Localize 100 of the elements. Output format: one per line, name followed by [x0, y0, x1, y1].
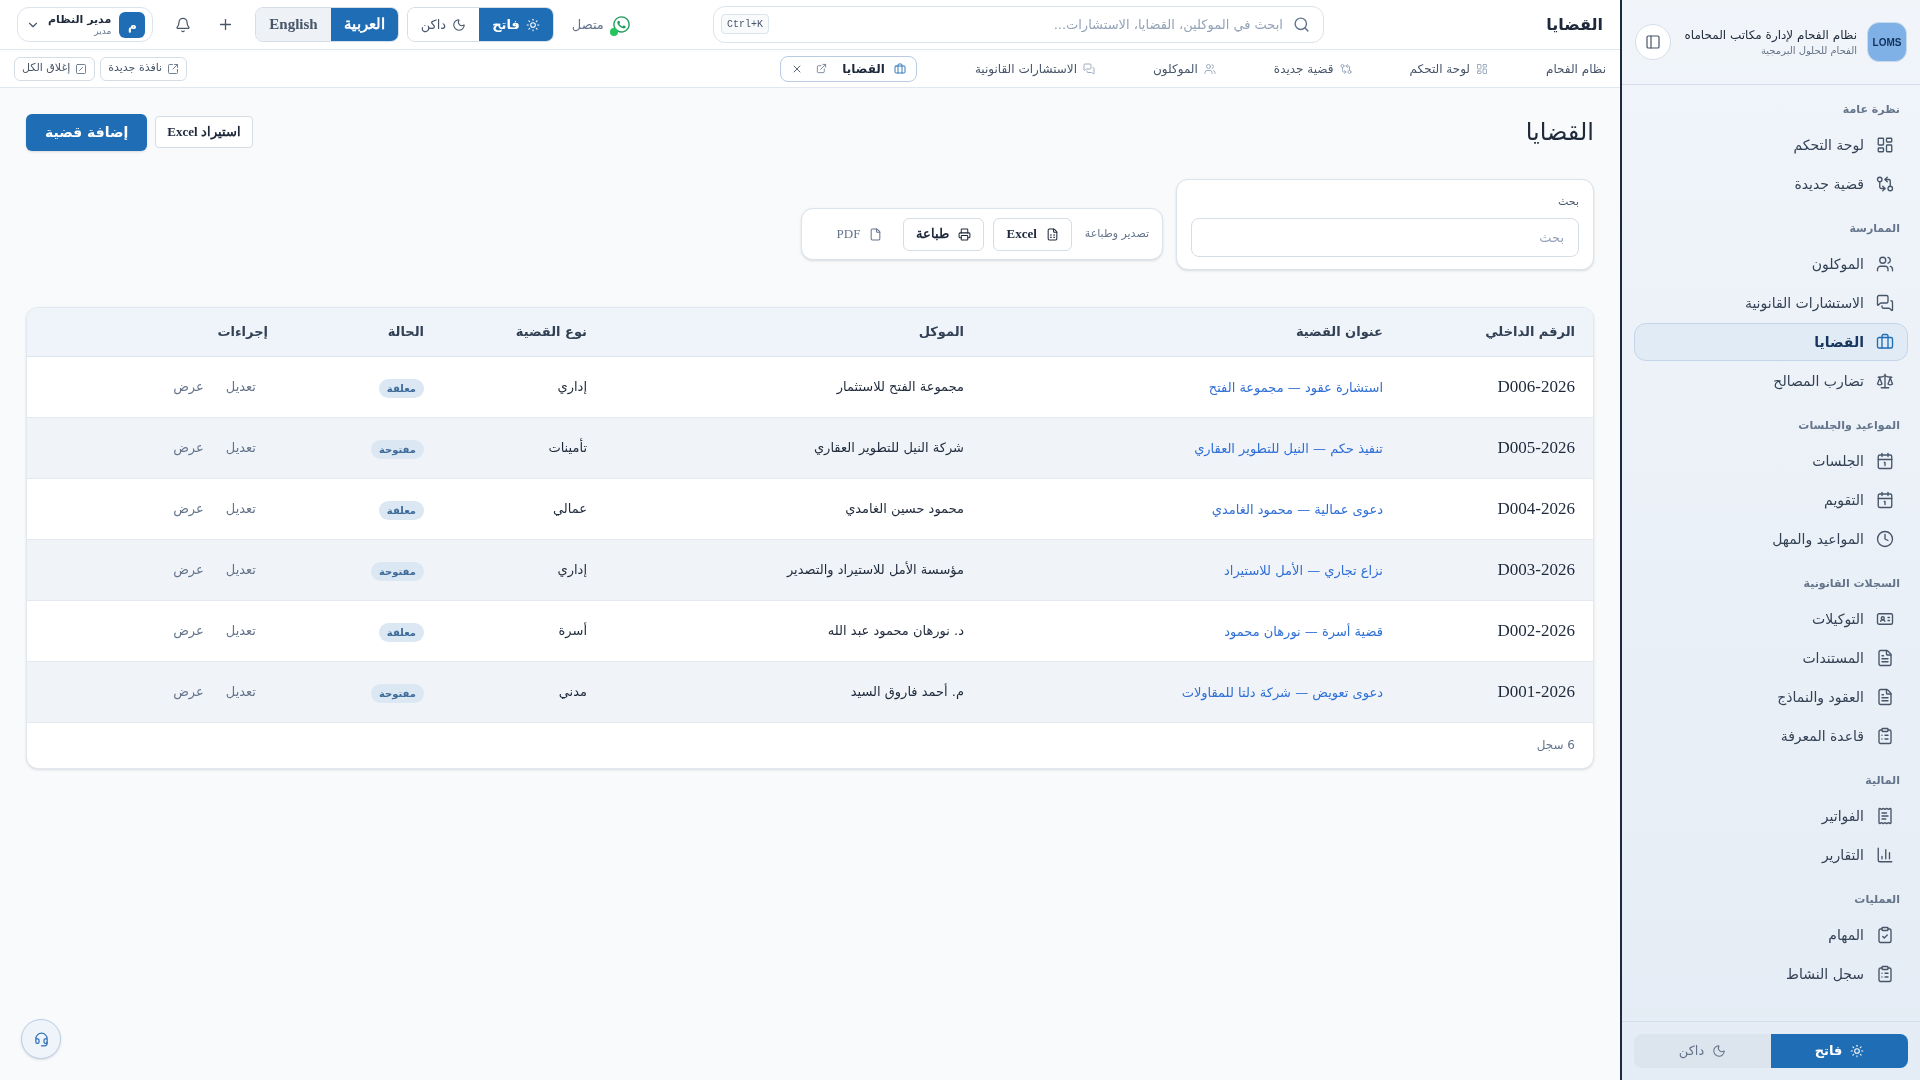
action-link[interactable]: تعديل: [225, 620, 256, 641]
sidebar-item[interactable]: الموكلون: [1634, 245, 1908, 283]
column-header: إجراءات: [27, 308, 286, 356]
case-title-link[interactable]: استشارة عقود — مجموعة الفتح: [1208, 379, 1383, 395]
help-button[interactable]: [21, 1019, 61, 1059]
sidebar-item[interactable]: الجلسات: [1634, 442, 1908, 480]
section-label: المواعيد والجلسات: [1797, 418, 1901, 434]
action-link[interactable]: تعديل: [225, 498, 256, 519]
users-icon: [1876, 255, 1894, 273]
scales-icon: [1876, 372, 1894, 390]
quick-link[interactable]: الموكلون: [1153, 59, 1216, 78]
sidebar-item[interactable]: لوحة التحكم: [1634, 126, 1908, 164]
bar-chart-icon: [1876, 846, 1894, 864]
action-link[interactable]: تعديل: [225, 437, 256, 458]
action-link[interactable]: عرض: [173, 437, 204, 458]
client-cell: مؤسسة الأمل للاستيراد والتصدير: [605, 539, 982, 600]
case-title-link[interactable]: دعوى تعويض — شركة دلتا للمقاولات: [1181, 684, 1383, 700]
app-title: نظام الفحام لإدارة مكاتب المحاماه: [1684, 27, 1857, 44]
language-option[interactable]: العربية: [330, 8, 398, 41]
quick-link[interactable]: الاستشارات القانونية: [974, 59, 1096, 78]
theme-option[interactable]: فاتح: [479, 8, 553, 41]
sun-icon: [525, 17, 540, 32]
client-cell: مجموعة الفتح للاستثمار: [605, 356, 982, 417]
section-label: الممارسة: [1848, 221, 1901, 237]
sidebar-item[interactable]: الفواتير: [1634, 797, 1908, 835]
case-title-link[interactable]: تنفيذ حكم — النيل للتطوير العقاري: [1194, 440, 1383, 456]
action-link[interactable]: تعديل: [225, 559, 256, 580]
branch-arrows-icon: [1876, 175, 1894, 193]
action-link[interactable]: عرض: [173, 620, 204, 641]
briefcase-icon: [893, 62, 906, 75]
slashed-square-icon: [75, 62, 88, 75]
sidebar-item[interactable]: المهام: [1634, 916, 1908, 954]
action-link[interactable]: عرض: [173, 559, 204, 580]
sidebar-item[interactable]: التقويم: [1634, 481, 1908, 519]
clipboard-icon: [1876, 727, 1894, 745]
action-link[interactable]: عرض: [173, 681, 204, 702]
id-card-icon: [1876, 610, 1894, 628]
action-link[interactable]: عرض: [173, 376, 204, 397]
import-button[interactable]: استيراد Excel: [155, 116, 253, 148]
action-link[interactable]: عرض: [173, 498, 204, 519]
add-case-button[interactable]: إضافة قضية: [26, 113, 148, 151]
printer-icon: [958, 227, 972, 241]
moon-icon: [1712, 1044, 1727, 1058]
search-icon: [1293, 16, 1310, 33]
clipboard-check-icon: [1876, 926, 1894, 944]
sidebar-item[interactable]: قاعدة المعرفة: [1634, 717, 1908, 755]
sidebar-item[interactable]: الاستشارات القانونية: [1634, 284, 1908, 322]
briefcase-icon: [1876, 333, 1894, 351]
external-link-icon[interactable]: [816, 63, 828, 74]
language-option[interactable]: English: [256, 8, 331, 41]
search-label: بحث: [1557, 194, 1579, 210]
case-title-link[interactable]: نزاع تجاري — الأمل للاستيراد: [1224, 562, 1383, 578]
sidebar-item[interactable]: العقود والنماذج: [1634, 678, 1908, 716]
search-field[interactable]: بحث: [1191, 218, 1579, 257]
dashboard-icon: [1876, 136, 1894, 154]
quick-link[interactable]: قضية جديدة: [1273, 59, 1352, 78]
collapse-sidebar-button[interactable]: [1635, 24, 1671, 60]
case-type-cell: تأمينات: [442, 417, 605, 478]
sidebar-item[interactable]: المواعيد والمهل: [1634, 520, 1908, 558]
export-button[interactable]: PDF: [824, 217, 895, 251]
sun-icon: [1850, 1044, 1865, 1058]
case-id-cell: D005-2026: [1401, 417, 1593, 478]
logo: LOMS: [1867, 22, 1907, 62]
sidebar-item[interactable]: سجل النشاط: [1634, 955, 1908, 993]
action-link[interactable]: تعديل: [225, 376, 256, 397]
sidebar-item[interactable]: تضارب المصالح: [1634, 362, 1908, 400]
record-count: 6 سجل: [1536, 737, 1575, 754]
section-label: المالية: [1864, 773, 1901, 789]
user-menu-button[interactable]: م مدير النظام مدير: [17, 7, 154, 42]
theme-option[interactable]: فاتح: [1771, 1034, 1908, 1068]
receipt-icon: [1876, 807, 1894, 825]
action-link[interactable]: تعديل: [225, 681, 256, 702]
document-icon: [1876, 688, 1894, 706]
case-type-cell: إداري: [442, 539, 605, 600]
column-header: الرقم الداخلي: [1401, 308, 1593, 356]
tab-action-button[interactable]: إغلاق الكل: [14, 56, 96, 81]
external-window-icon: [167, 62, 180, 75]
column-header: نوع القضية: [442, 308, 605, 356]
header-title: القضايا: [1546, 14, 1603, 34]
page-title: القضايا: [1525, 117, 1594, 148]
quick-link[interactable]: لوحة التحكم: [1409, 59, 1488, 78]
sidebar-item[interactable]: المستندات: [1634, 639, 1908, 677]
sidebar-item[interactable]: قضية جديدة: [1634, 165, 1908, 203]
case-title-link[interactable]: قضية أسرة — نورهان محمود: [1224, 623, 1383, 639]
export-button[interactable]: طباعة: [903, 217, 985, 251]
sidebar-item[interactable]: التقارير: [1634, 836, 1908, 874]
case-id-cell: D001-2026: [1401, 661, 1593, 722]
sidebar-item[interactable]: التوكيلات: [1634, 600, 1908, 638]
quick-link[interactable]: نظام الفحام: [1546, 59, 1606, 78]
export-label: تصدير وطباعة: [1084, 225, 1149, 242]
document-icon: [1876, 649, 1894, 667]
user-avatar: م: [119, 11, 146, 38]
theme-option[interactable]: داكن: [1634, 1034, 1771, 1068]
open-tab[interactable]: القضايا: [780, 55, 917, 82]
tab-action-button[interactable]: نافذة جديدة: [100, 56, 188, 81]
sidebar-item[interactable]: القضايا: [1634, 323, 1908, 361]
case-id-cell: D006-2026: [1401, 356, 1593, 417]
export-button[interactable]: Excel: [993, 217, 1072, 251]
case-title-link[interactable]: دعوى عمالية — محمود الغامدي: [1211, 501, 1383, 517]
client-cell: د. نورهان محمود عبد الله: [605, 600, 982, 661]
